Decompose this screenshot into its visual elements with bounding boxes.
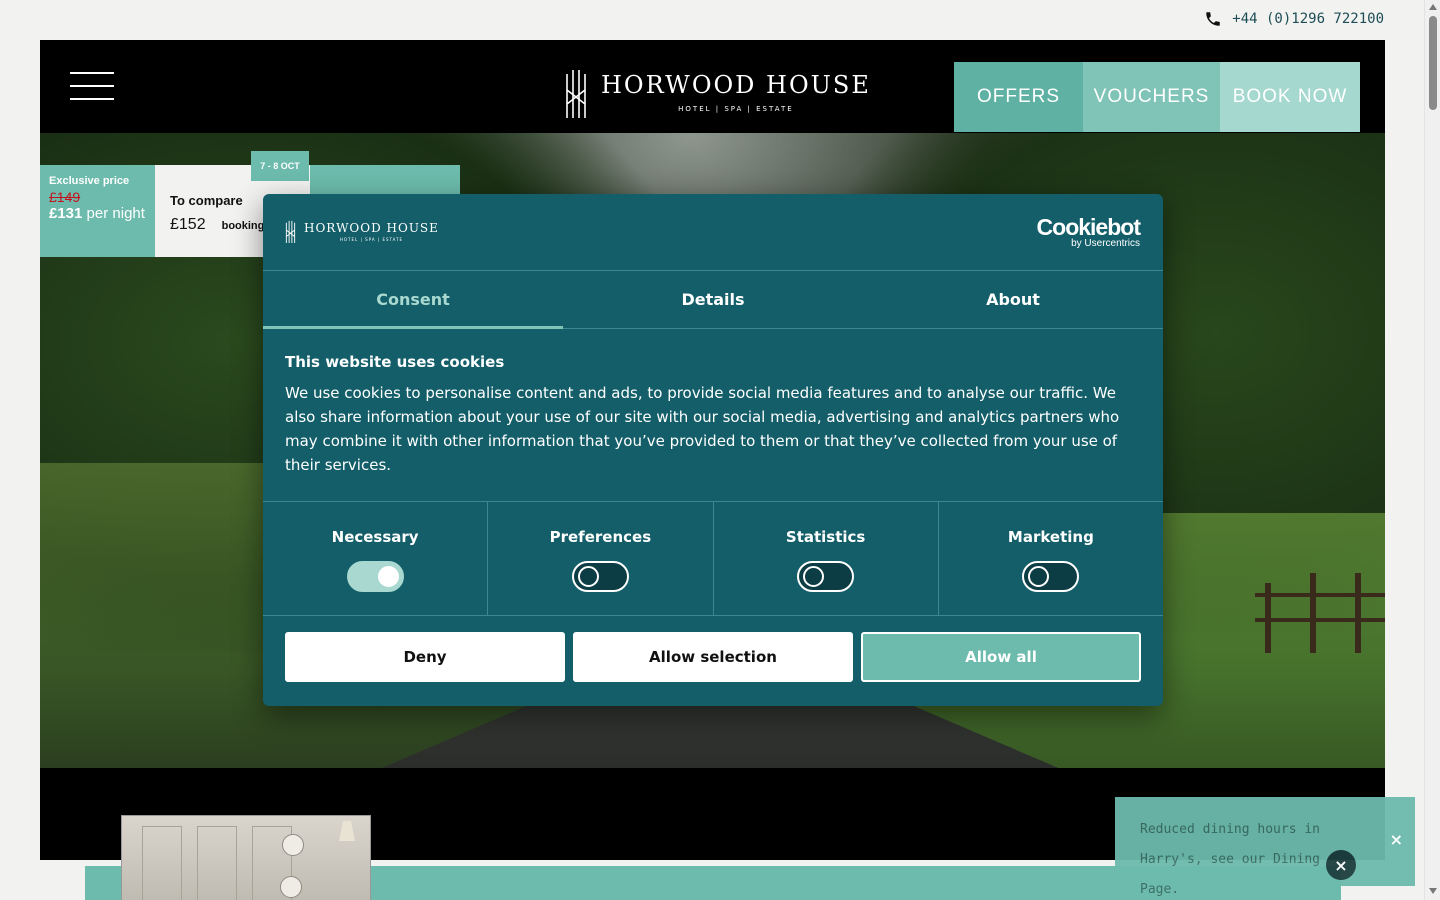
cookie-logo-name: HORWOOD HOUSE	[304, 220, 439, 235]
site-header: HORWOOD HOUSE HOTEL | SPA | ESTATE OFFER…	[40, 40, 1385, 133]
logo-tagline: HOTEL | SPA | ESTATE	[678, 105, 794, 113]
category-label: Preferences	[549, 528, 652, 546]
toast-dismiss-icon[interactable]: ×	[1326, 850, 1356, 880]
necessary-toggle[interactable]	[346, 561, 404, 592]
category-necessary: Necessary	[263, 502, 489, 615]
scrollbar-thumb[interactable]	[1429, 16, 1437, 110]
new-price: £131	[49, 205, 83, 222]
compare-site: booking	[221, 220, 265, 232]
site-logo[interactable]: HORWOOD HOUSE HOTEL | SPA | ESTATE	[565, 66, 871, 118]
per-night-label: per night	[86, 205, 145, 222]
category-marketing: Marketing	[939, 502, 1163, 615]
phone-link[interactable]: +44 (0)1296 722100	[1204, 10, 1384, 28]
exclusive-price-label: Exclusive price	[49, 175, 130, 187]
cookie-title: This website uses cookies	[285, 353, 505, 371]
cookiebot-logo[interactable]: Cookiebot by Usercentrics	[1036, 214, 1141, 250]
marketing-toggle[interactable]	[1022, 561, 1080, 592]
phone-number[interactable]: +44 (0)1296 722100	[1232, 11, 1384, 27]
dining-notice-toast: Reduced dining hours in Harry's, see our…	[1115, 797, 1415, 897]
allow-all-button[interactable]: Allow all	[861, 632, 1141, 682]
header-nav: OFFERS VOUCHERS BOOK NOW	[954, 62, 1360, 132]
page-scrollbar[interactable]	[1424, 0, 1440, 900]
hamburger-menu-icon[interactable]	[70, 72, 114, 100]
vouchers-button[interactable]: VOUCHERS	[1083, 62, 1220, 132]
logo-name: HORWOOD HOUSE	[601, 71, 871, 99]
statistics-toggle[interactable]	[797, 561, 855, 592]
cookie-actions: Deny Allow selection Allow all	[263, 616, 1163, 698]
exclusive-price-box[interactable]: Exclusive price £149 £131 per night	[40, 165, 155, 257]
cookie-consent-dialog: HORWOOD HOUSE HOTEL | SPA | ESTATE Cooki…	[263, 194, 1163, 706]
close-icon[interactable]: ×	[1390, 830, 1403, 849]
category-label: Statistics	[785, 528, 866, 546]
date-badge: 7 - 8 OCT	[251, 151, 309, 181]
tab-about[interactable]: About	[863, 271, 1163, 328]
deny-button[interactable]: Deny	[285, 632, 565, 682]
allow-selection-button[interactable]: Allow selection	[573, 632, 853, 682]
offers-button[interactable]: OFFERS	[954, 62, 1083, 132]
book-now-button[interactable]: BOOK NOW	[1220, 62, 1360, 132]
cookie-tabs: Consent Details About	[263, 271, 1163, 329]
category-label: Necessary	[331, 528, 419, 546]
top-bar: +44 (0)1296 722100	[0, 0, 1424, 40]
cookie-description: We use cookies to personalise content an…	[285, 384, 1120, 474]
cookie-logo-tagline: HOTEL | SPA | ESTATE	[339, 236, 404, 242]
tab-consent[interactable]: Consent	[263, 271, 563, 329]
category-label: Marketing	[1007, 528, 1094, 546]
scroll-down-icon[interactable]	[1429, 888, 1437, 894]
phone-icon	[1206, 12, 1221, 26]
cookie-categories: Necessary Preferences Statistics Marketi…	[263, 502, 1163, 616]
price-widget-tab	[310, 165, 460, 195]
hero-fence	[1255, 573, 1385, 653]
compare-price: £152	[170, 216, 206, 233]
room-image	[121, 815, 371, 900]
cookie-site-logo: HORWOOD HOUSE HOTEL | SPA | ESTATE	[285, 219, 439, 243]
category-statistics: Statistics	[714, 502, 939, 615]
logo-mark-icon	[285, 220, 296, 243]
scroll-up-icon[interactable]	[1429, 4, 1437, 10]
category-preferences: Preferences	[488, 502, 714, 615]
preferences-toggle[interactable]	[571, 561, 629, 592]
cookie-dialog-header: HORWOOD HOUSE HOTEL | SPA | ESTATE Cooki…	[263, 194, 1163, 271]
cookie-body: This website uses cookies We use cookies…	[263, 329, 1163, 502]
tab-details[interactable]: Details	[563, 271, 863, 328]
logo-mark-icon	[566, 70, 586, 118]
old-price: £149	[49, 189, 81, 205]
cookiebot-name: Cookiebot	[1036, 214, 1141, 240]
